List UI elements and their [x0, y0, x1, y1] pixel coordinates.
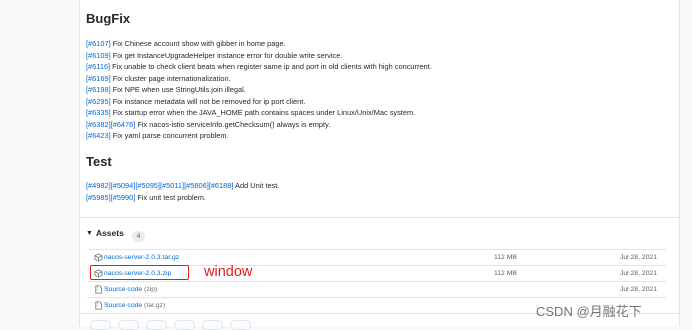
asset-row[interactable]: Source code (zip) Jul 28, 2021	[87, 281, 666, 297]
asset-row[interactable]: nacos-server-2.0.3.tar.gz 112 MB Jul 28,…	[87, 249, 666, 265]
issue-link[interactable]: [#6107]	[86, 39, 111, 48]
assets-label: Assets	[95, 228, 124, 238]
bugfix-item: [#6169] Fix cluster page internationaliz…	[86, 73, 231, 83]
issue-link[interactable]: [#6109]	[86, 51, 111, 60]
asset-size: 112 MB	[494, 254, 517, 261]
issue-link[interactable]: [#6295]	[86, 97, 111, 106]
bugfix-item: [#6335] Fix startup error when the JAVA_…	[86, 108, 416, 117]
reaction-button[interactable]	[118, 320, 139, 330]
file-zip-icon	[95, 301, 103, 310]
asset-format: (tar.gz)	[142, 302, 166, 309]
reaction-button[interactable]	[146, 320, 167, 330]
asset-size: 112 MB	[494, 270, 517, 277]
csdn-watermark: CSDN @月融花下	[536, 304, 642, 319]
bugfix-item: [#6382][#6476] Fix nacos-istio serviceIn…	[86, 119, 331, 129]
issue-link[interactable]: [#6335]	[86, 108, 111, 117]
issue-link[interactable]: [#6423]	[86, 131, 111, 140]
bugfix-item: [#6109] Fix get InstanceUpgradeHelper in…	[86, 50, 343, 60]
test-item: [#4982][#5094][#5095][#5011][#5806][#618…	[86, 181, 280, 190]
issue-link[interactable]: [#6382][#6476]	[86, 120, 135, 129]
issue-link[interactable]: [#6169]	[86, 74, 111, 83]
file-zip-icon	[95, 285, 103, 294]
annotation-text: window	[204, 264, 253, 280]
test-heading: Test	[86, 154, 112, 169]
issue-link[interactable]: [#6198]	[86, 85, 111, 94]
reaction-button[interactable]	[90, 320, 111, 330]
asset-date: Jul 28, 2021	[619, 254, 657, 261]
bugfix-heading: BugFix	[86, 11, 131, 26]
bugfix-item: [#6423] Fix yaml parse concurrent proble…	[86, 131, 229, 140]
package-icon	[94, 253, 103, 262]
reaction-button[interactable]	[230, 320, 251, 330]
bugfix-item: [#6198] Fix NPE when use StringUtils.joi…	[86, 85, 246, 94]
asset-format: (zip)	[142, 286, 158, 293]
asset-link[interactable]: Source code	[104, 286, 142, 293]
reaction-button[interactable]	[202, 320, 223, 330]
bugfix-item: [#6116] Fix unable to check client beats…	[86, 62, 432, 71]
reaction-button[interactable]	[174, 320, 195, 330]
issue-link[interactable]: [#4982][#5094][#5095][#5011][#5806][#618…	[86, 181, 233, 190]
bugfix-item: [#6107] Fix Chinese account show with gi…	[86, 39, 286, 48]
asset-link[interactable]: nacos-server-2.0.3.tar.gz	[104, 250, 179, 265]
issue-link[interactable]: [#5985][#5990]	[86, 193, 135, 202]
issue-link[interactable]: [#6116]	[86, 62, 110, 71]
asset-date: Jul 28, 2021	[619, 270, 657, 277]
caret-down-icon: ▼	[86, 230, 93, 237]
section-divider	[80, 217, 679, 218]
asset-link[interactable]: Source code	[104, 302, 142, 309]
asset-date: Jul 28, 2021	[619, 286, 657, 293]
test-item: [#5985][#5990] Fix unit test problem.	[86, 192, 206, 202]
bugfix-item: [#6295] Fix instance metadata will not b…	[86, 96, 306, 106]
assets-toggle[interactable]: ▼ Assets	[86, 228, 124, 238]
highlight-box	[90, 265, 189, 280]
assets-count-badge: 4	[132, 231, 145, 242]
